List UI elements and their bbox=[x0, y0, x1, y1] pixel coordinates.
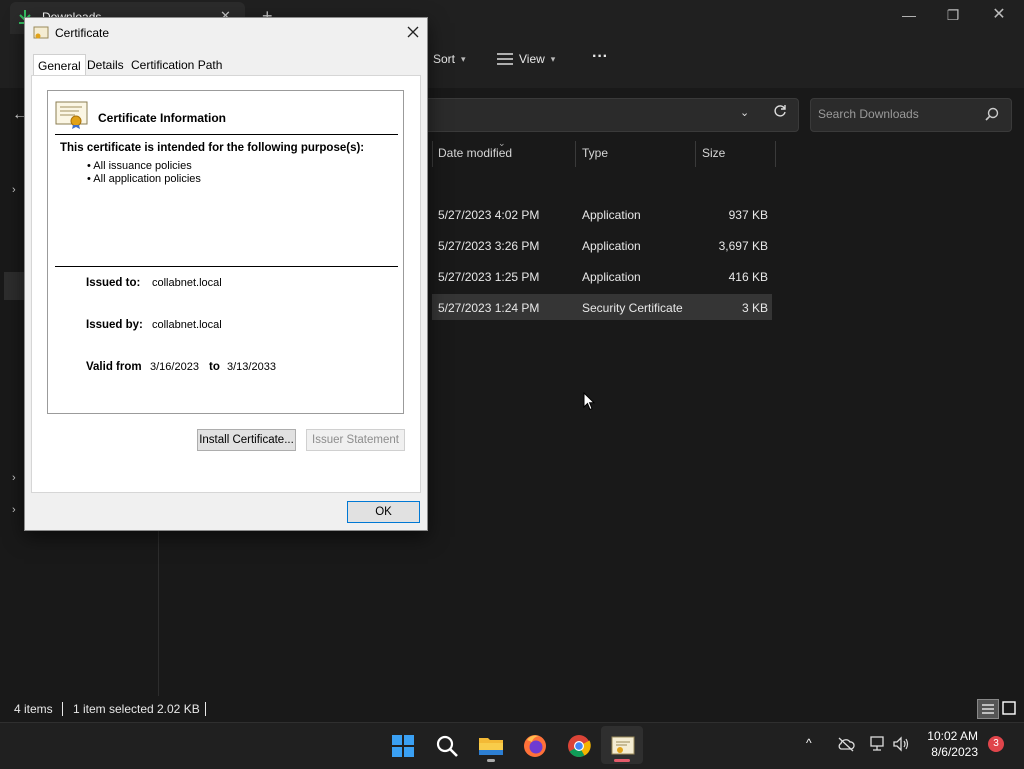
divider-top bbox=[55, 134, 398, 135]
column-separator bbox=[695, 141, 696, 167]
status-item-count: 4 items bbox=[14, 702, 53, 716]
row-size: 3,697 KB bbox=[718, 239, 768, 253]
purpose-heading: This certificate is intended for the fol… bbox=[60, 142, 365, 154]
notification-badge[interactable]: 3 bbox=[988, 736, 1004, 752]
row-date: 5/27/2023 1:25 PM bbox=[438, 270, 540, 284]
search-icon[interactable] bbox=[431, 730, 463, 762]
purpose-item: • All application policies bbox=[87, 173, 201, 185]
file-row[interactable]: 5/27/2023 3:26 PM Application 3,697 KB bbox=[432, 232, 772, 258]
running-indicator-active bbox=[614, 759, 630, 762]
row-date: 5/27/2023 4:02 PM bbox=[438, 208, 540, 222]
more-icon: ··· bbox=[592, 48, 608, 65]
certificate-app-icon[interactable] bbox=[607, 730, 639, 762]
file-explorer-icon[interactable] bbox=[475, 730, 507, 762]
view-icon bbox=[497, 53, 513, 65]
chevron-down-icon: ▾ bbox=[550, 53, 556, 64]
tab-general[interactable]: General bbox=[33, 54, 86, 77]
file-row[interactable]: 5/27/2023 4:02 PM Application 937 KB bbox=[432, 201, 772, 227]
refresh-icon[interactable] bbox=[773, 104, 787, 118]
column-header-size[interactable]: Size bbox=[702, 146, 725, 166]
issued-by-label: Issued by: bbox=[86, 319, 143, 331]
dialog-tabs: General Details Certification Path bbox=[33, 54, 419, 77]
minimize-icon[interactable]: — bbox=[886, 4, 932, 28]
row-type: Application bbox=[582, 239, 641, 253]
address-dropdown-icon[interactable]: ⌄ bbox=[740, 106, 749, 119]
certificate-info-title: Certificate Information bbox=[98, 111, 227, 125]
clock-time: 10:02 AM bbox=[927, 729, 978, 743]
dialog-close-icon[interactable] bbox=[403, 22, 423, 42]
install-certificate-button[interactable]: Install Certificate... bbox=[197, 429, 296, 451]
volume-icon[interactable] bbox=[892, 735, 910, 753]
column-separator bbox=[575, 141, 576, 167]
search-icon[interactable] bbox=[985, 107, 999, 121]
row-date: 5/27/2023 3:26 PM bbox=[438, 239, 540, 253]
valid-from-value: 3/16/2023 bbox=[150, 361, 199, 373]
issued-by-value: collabnet.local bbox=[152, 319, 222, 331]
sort-label: Sort bbox=[433, 52, 456, 66]
tiles-view-icon[interactable] bbox=[1000, 699, 1018, 717]
show-hidden-icons-chevron-icon[interactable]: ^ bbox=[806, 736, 812, 750]
row-size: 3 KB bbox=[741, 301, 768, 315]
column-header-date[interactable]: Date modified bbox=[438, 146, 512, 166]
chrome-icon[interactable] bbox=[563, 730, 595, 762]
running-indicator bbox=[487, 759, 495, 762]
chevron-down-icon: ▾ bbox=[461, 53, 466, 64]
nav-expand-icon[interactable]: › bbox=[12, 472, 16, 484]
certificate-large-icon bbox=[55, 100, 89, 130]
mouse-cursor-icon bbox=[583, 392, 595, 411]
purpose-item: • All issuance policies bbox=[87, 160, 192, 172]
divider-middle bbox=[55, 266, 398, 267]
nav-expand-icon[interactable]: › bbox=[12, 184, 16, 196]
file-row-selected[interactable]: 5/27/2023 1:24 PM Security Certificate 3… bbox=[432, 294, 772, 320]
valid-to-label: to bbox=[209, 361, 220, 373]
maximize-icon[interactable]: ❐ bbox=[930, 4, 976, 28]
firefox-icon[interactable] bbox=[519, 730, 551, 762]
issued-to-value: collabnet.local bbox=[152, 277, 222, 289]
sort-button[interactable]: Sort ▾ bbox=[433, 52, 466, 66]
close-window-icon[interactable]: ✕ bbox=[976, 4, 1022, 28]
valid-to-value: 3/13/2033 bbox=[227, 361, 276, 373]
status-selected: 1 item selected bbox=[73, 702, 154, 716]
status-divider bbox=[62, 702, 63, 716]
sort-chevron-icon: ⌄ bbox=[498, 138, 506, 148]
row-type: Application bbox=[582, 208, 641, 222]
issued-to-label: Issued to: bbox=[86, 277, 141, 289]
more-options-button[interactable]: ··· bbox=[592, 48, 608, 66]
file-row[interactable]: 5/27/2023 1:25 PM Application 416 KB bbox=[432, 263, 772, 289]
taskbar-clock[interactable]: 10:02 AM 8/6/2023 bbox=[916, 728, 978, 760]
network-icon[interactable] bbox=[868, 735, 886, 753]
cloud-offline-icon[interactable] bbox=[836, 736, 856, 752]
row-type: Security Certificate bbox=[582, 301, 683, 315]
nav-expand-icon[interactable]: › bbox=[12, 504, 16, 516]
dialog-title: Certificate bbox=[55, 26, 110, 40]
windows-start-icon[interactable] bbox=[387, 730, 419, 762]
search-input[interactable]: Search Downloads bbox=[818, 107, 919, 121]
status-divider bbox=[205, 702, 206, 716]
valid-from-label: Valid from bbox=[86, 361, 142, 373]
row-date: 5/27/2023 1:24 PM bbox=[438, 301, 540, 315]
row-size: 937 KB bbox=[728, 208, 768, 222]
issuer-statement-button[interactable]: Issuer Statement bbox=[306, 429, 405, 451]
column-separator bbox=[775, 141, 776, 167]
tab-certification-path[interactable]: Certification Path bbox=[127, 56, 226, 76]
certificate-icon bbox=[33, 25, 49, 41]
row-type: Application bbox=[582, 270, 641, 284]
nav-selected-item[interactable] bbox=[4, 272, 24, 300]
view-label: View bbox=[519, 52, 545, 66]
row-size: 416 KB bbox=[728, 270, 768, 284]
status-size: 2.02 KB bbox=[157, 702, 200, 716]
column-separator bbox=[432, 141, 433, 167]
ok-button[interactable]: OK bbox=[347, 501, 420, 523]
view-button[interactable]: View ▾ bbox=[497, 52, 555, 66]
certificate-dialog: Certificate General Details Certificatio… bbox=[24, 17, 428, 531]
tab-details[interactable]: Details bbox=[83, 56, 128, 76]
clock-date: 8/6/2023 bbox=[931, 745, 978, 759]
column-header-type[interactable]: Type bbox=[582, 146, 608, 166]
details-view-icon[interactable] bbox=[977, 699, 999, 719]
